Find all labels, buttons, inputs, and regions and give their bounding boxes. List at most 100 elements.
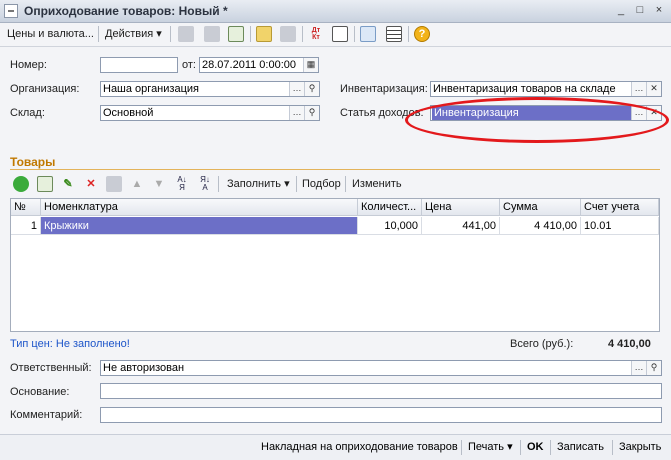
comment-label: Комментарий: bbox=[10, 409, 83, 421]
window-title: Оприходование товаров: Новый * bbox=[24, 4, 228, 18]
column-header-account[interactable]: Счет учета bbox=[581, 199, 659, 216]
cell-number: 1 bbox=[11, 217, 41, 235]
sort-desc-icon[interactable]: Я↓ А bbox=[197, 176, 213, 192]
organization-value: Наша организация bbox=[103, 83, 199, 95]
toolbar-separator bbox=[296, 176, 297, 192]
end-edit-icon[interactable] bbox=[106, 176, 122, 192]
structure-icon[interactable] bbox=[280, 26, 296, 42]
income-item-label: Статья доходов: bbox=[340, 107, 424, 119]
list-icon[interactable] bbox=[386, 26, 402, 42]
chevron-down-icon: ▾ bbox=[284, 178, 290, 190]
minimize-button[interactable]: _ bbox=[613, 3, 629, 18]
dt-kt-icon[interactable]: Дт Кт bbox=[308, 26, 324, 42]
toolbar-separator bbox=[354, 26, 355, 42]
edit-row-icon[interactable]: ✎ bbox=[60, 176, 76, 192]
toolbar-separator bbox=[612, 440, 613, 455]
report-icon[interactable] bbox=[332, 26, 348, 42]
open-search-icon[interactable]: ⚲ bbox=[304, 82, 319, 96]
inventory-field[interactable]: Инвентаризация товаров на складе … ✕ bbox=[430, 81, 662, 97]
total-value: 4 410,00 bbox=[608, 338, 651, 350]
actions-label: Действия bbox=[105, 28, 154, 40]
toolbar-separator bbox=[170, 26, 171, 42]
price-type-link[interactable]: Тип цен: Не заполнено! bbox=[10, 338, 130, 350]
fill-icon[interactable] bbox=[256, 26, 272, 42]
title-bar: Оприходование товаров: Новый * _ □ × bbox=[0, 0, 671, 23]
toolbar-separator bbox=[302, 26, 303, 42]
organization-field[interactable]: Наша организация … ⚲ bbox=[100, 81, 320, 97]
prices-currency-button[interactable]: Цены и валюта... bbox=[4, 25, 97, 43]
select-ellipsis-button[interactable]: … bbox=[631, 106, 646, 120]
column-header-quantity[interactable]: Количест... bbox=[358, 199, 422, 216]
chevron-down-icon: ▾ bbox=[156, 28, 162, 40]
basis-field[interactable] bbox=[100, 383, 662, 399]
goods-table[interactable]: № Номенклатура Количест... Цена Сумма Сч… bbox=[10, 198, 660, 332]
select-ellipsis-button[interactable]: … bbox=[289, 82, 304, 96]
cell-item[interactable]: Крыжики bbox=[41, 217, 358, 235]
ok-button[interactable]: OK bbox=[524, 439, 547, 456]
change-button[interactable]: Изменить bbox=[349, 175, 405, 193]
goods-section-title: Товары bbox=[10, 155, 56, 169]
toolbar-separator bbox=[218, 176, 219, 192]
cell-account[interactable]: 10.01 bbox=[581, 217, 659, 235]
move-up-icon[interactable]: ▲ bbox=[129, 176, 145, 192]
actions-menu-button[interactable]: Действия ▾ bbox=[102, 25, 165, 43]
save-button[interactable]: Записать bbox=[554, 439, 607, 456]
basis-label: Основание: bbox=[10, 386, 70, 398]
delete-row-icon[interactable]: ✕ bbox=[83, 176, 99, 192]
clear-icon[interactable]: ✕ bbox=[646, 82, 661, 96]
toolbar-separator bbox=[98, 26, 99, 42]
help-icon[interactable]: ? bbox=[414, 26, 430, 42]
post-icon[interactable] bbox=[178, 26, 194, 42]
column-header-number[interactable]: № bbox=[11, 199, 41, 216]
warehouse-label: Склад: bbox=[10, 107, 45, 119]
column-header-item[interactable]: Номенклатура bbox=[41, 199, 358, 216]
select-ellipsis-button[interactable]: … bbox=[631, 82, 646, 96]
toolbar-separator bbox=[520, 440, 521, 455]
fill-menu-button[interactable]: Заполнить ▾ bbox=[224, 175, 293, 193]
clear-icon[interactable]: ✕ bbox=[646, 106, 661, 120]
inventory-label: Инвентаризация: bbox=[340, 83, 428, 95]
column-header-price[interactable]: Цена bbox=[422, 199, 500, 216]
toolbar-separator bbox=[461, 440, 462, 455]
calendar-icon[interactable]: ▦ bbox=[303, 58, 318, 72]
print-label: Печать bbox=[468, 441, 505, 453]
toolbar-separator bbox=[408, 26, 409, 42]
cell-quantity[interactable]: 10,000 bbox=[358, 217, 422, 235]
refresh-icon[interactable] bbox=[204, 26, 220, 42]
open-search-icon[interactable]: ⚲ bbox=[304, 106, 319, 120]
selection-button[interactable]: Подбор bbox=[299, 175, 344, 193]
column-header-sum[interactable]: Сумма bbox=[500, 199, 581, 216]
copy-row-icon[interactable] bbox=[37, 176, 53, 192]
toolbar: Цены и валюта... Действия ▾ Дт Кт ? bbox=[0, 22, 671, 47]
number-label: Номер: bbox=[10, 59, 47, 71]
maximize-button[interactable]: □ bbox=[632, 3, 648, 18]
print-menu-button[interactable]: Печать ▾ bbox=[465, 439, 516, 456]
responsible-field[interactable]: Не авторизован … ⚲ bbox=[100, 360, 662, 376]
add-row-icon[interactable] bbox=[13, 176, 29, 192]
filter-icon[interactable] bbox=[360, 26, 376, 42]
number-field[interactable] bbox=[100, 57, 178, 73]
copy-doc-icon[interactable] bbox=[228, 26, 244, 42]
select-ellipsis-button[interactable]: … bbox=[631, 361, 646, 375]
inventory-value: Инвентаризация товаров на складе bbox=[433, 83, 616, 95]
toolbar-separator bbox=[345, 176, 346, 192]
responsible-value: Не авторизован bbox=[103, 362, 185, 374]
date-field[interactable]: 28.07.2011 0:00:00 ▦ bbox=[199, 57, 319, 73]
total-label: Всего (руб.): bbox=[510, 338, 574, 350]
open-search-icon[interactable]: ⚲ bbox=[646, 361, 661, 375]
move-down-icon[interactable]: ▼ bbox=[151, 176, 167, 192]
chevron-down-icon: ▾ bbox=[507, 441, 513, 453]
cell-price[interactable]: 441,00 bbox=[422, 217, 500, 235]
select-ellipsis-button[interactable]: … bbox=[289, 106, 304, 120]
income-item-field[interactable]: Инвентаризация … ✕ bbox=[430, 105, 662, 121]
sort-asc-icon[interactable]: А↓ Я bbox=[174, 176, 190, 192]
close-window-button[interactable]: × bbox=[651, 3, 667, 18]
comment-field[interactable] bbox=[100, 407, 662, 423]
close-button[interactable]: Закрыть bbox=[616, 439, 664, 456]
warehouse-field[interactable]: Основной … ⚲ bbox=[100, 105, 320, 121]
fill-label: Заполнить bbox=[227, 178, 282, 190]
invoice-print-button[interactable]: Накладная на оприходование товаров bbox=[258, 439, 461, 456]
document-window: Оприходование товаров: Новый * _ □ × Цен… bbox=[0, 0, 671, 460]
cell-sum[interactable]: 4 410,00 bbox=[500, 217, 581, 235]
bottom-bar: Накладная на оприходование товаров Печат… bbox=[0, 434, 671, 460]
